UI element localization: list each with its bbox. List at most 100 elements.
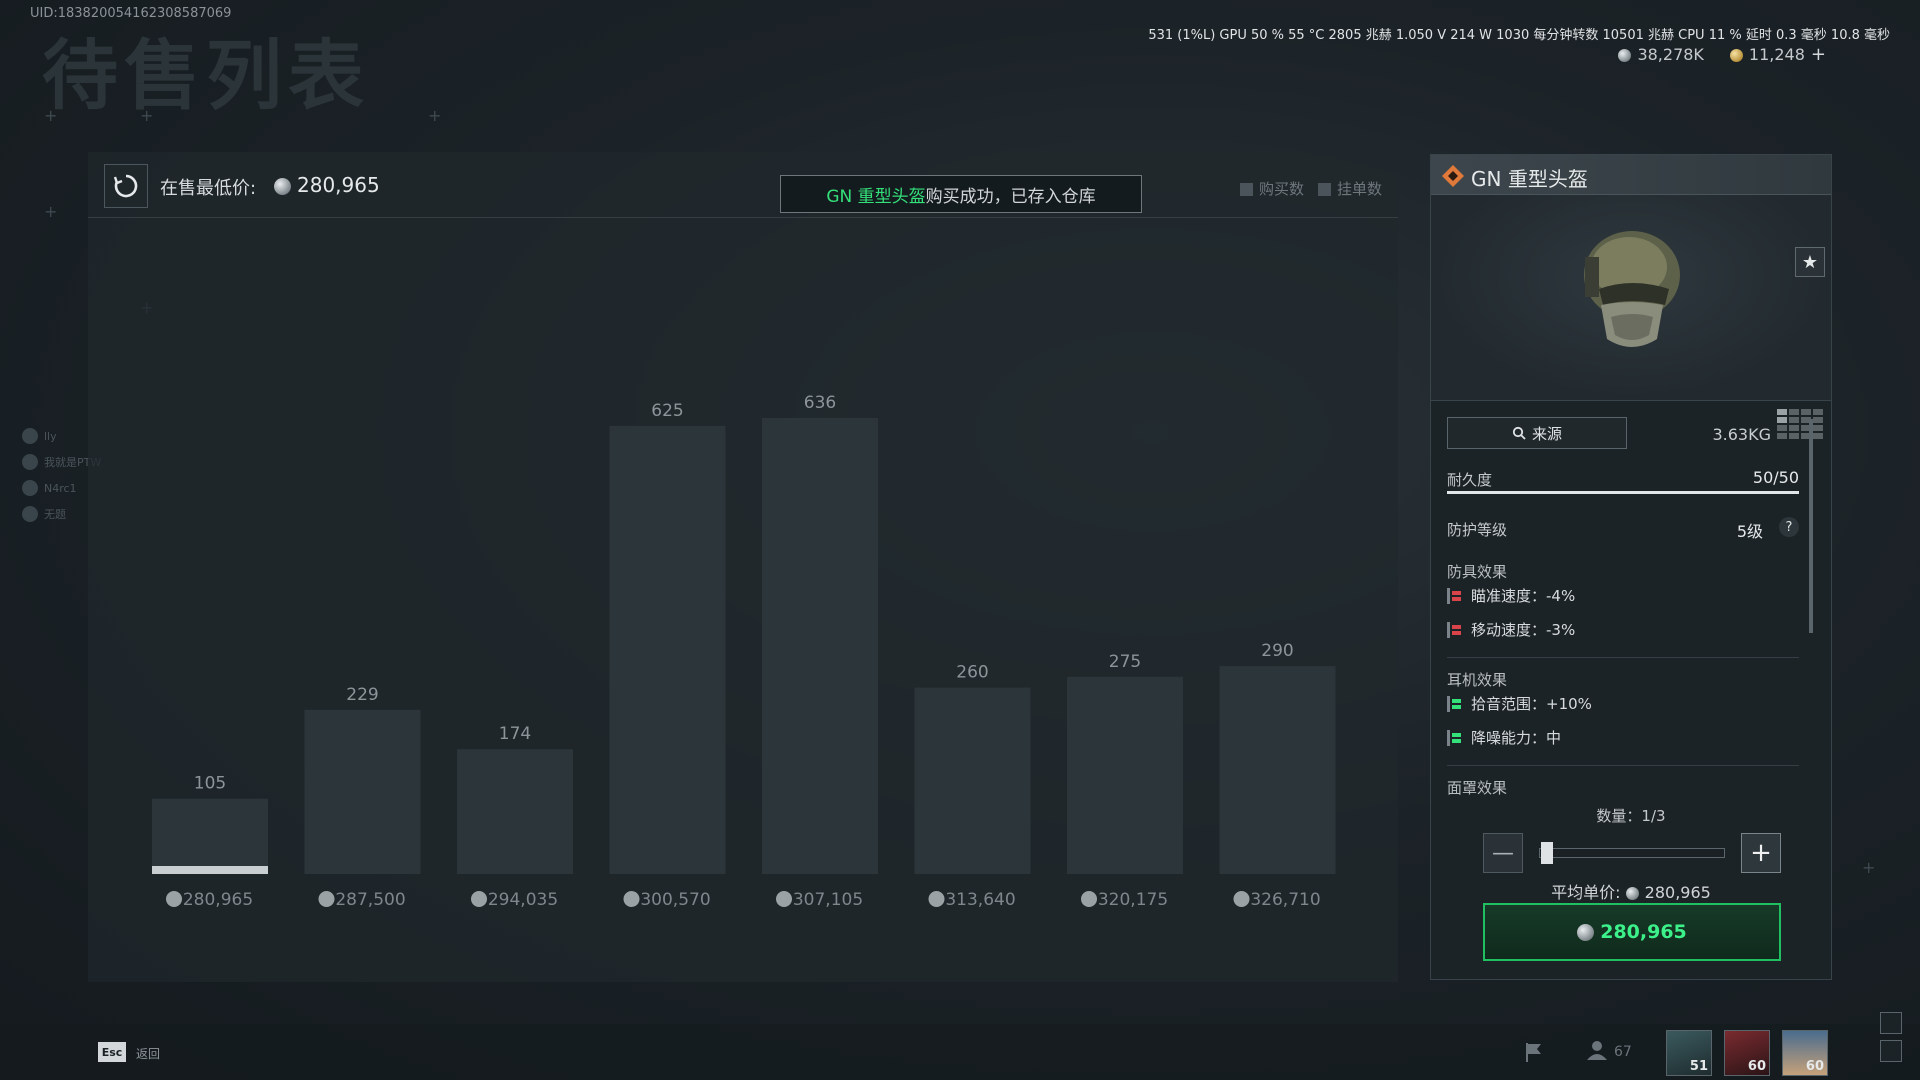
earpiece-effect-item: 拾音范围：+10% <box>1447 693 1592 714</box>
silver-coin-icon <box>623 891 640 907</box>
inventory-size-grid-icon <box>1777 409 1823 439</box>
decrease-quantity-button[interactable]: — <box>1483 833 1523 873</box>
chart-bar[interactable] <box>304 709 421 874</box>
chart-value-label: 625 <box>651 401 683 421</box>
squad-member-avatar[interactable]: 60 <box>1782 1030 1828 1076</box>
refresh-icon <box>113 174 138 198</box>
chart-bar[interactable] <box>152 798 268 874</box>
item-weight: 3.63KG <box>1712 425 1771 444</box>
chart-value-label: 290 <box>1261 641 1293 661</box>
legend-item-list: 挂单数 <box>1317 178 1382 199</box>
chart-category-label: 280,965 <box>183 890 253 910</box>
quantity-slider-handle[interactable] <box>1541 842 1553 864</box>
lowest-price-label: 在售最低价: <box>160 178 257 199</box>
chart-header: 在售最低价: 280,965 GN 重型头盔 购买成功，已存入仓库 购买数 挂单数 <box>88 152 1398 218</box>
silver-coin-icon <box>776 891 792 907</box>
chart-legend: 购买数 挂单数 <box>1239 178 1382 199</box>
chart-category-label: 320,175 <box>1098 890 1168 910</box>
silver-coin-icon <box>471 891 487 907</box>
target-icon[interactable] <box>1880 1040 1902 1062</box>
avatar-icon <box>22 454 38 470</box>
mask-effects-title: 面罩效果 <box>1447 779 1508 797</box>
armor-effect-item: 移动速度：-3% <box>1447 619 1575 640</box>
chart-category-label: 294,035 <box>488 890 558 910</box>
chart-category-label: 300,570 <box>640 890 710 910</box>
gold-currency[interactable]: 11,248 + <box>1729 44 1826 65</box>
page-title: 待售列表 <box>42 31 370 120</box>
silver-coin-icon <box>1577 923 1595 941</box>
search-icon <box>1512 426 1526 440</box>
chart-category-label: 326,710 <box>1250 890 1320 910</box>
helmet-image <box>1584 231 1680 347</box>
legend-item-buy: 购买数 <box>1239 178 1304 199</box>
buy-button[interactable]: 280,965 <box>1483 903 1781 961</box>
grid-cross-decor: + <box>428 106 442 125</box>
listing-chart-panel: 在售最低价: 280,965 GN 重型头盔 购买成功，已存入仓库 购买数 挂单数… <box>88 152 1398 982</box>
silver-coin-icon <box>928 891 945 907</box>
refresh-button[interactable] <box>104 164 148 208</box>
favorite-star-button[interactable]: ★ <box>1795 247 1825 277</box>
flag-icon[interactable] <box>1522 1040 1546 1064</box>
grid-cross-decor: + <box>44 202 58 221</box>
increase-quantity-button[interactable]: + <box>1741 833 1781 873</box>
durability-bar <box>1447 491 1799 494</box>
lowest-price-value: 280,965 <box>274 173 380 197</box>
item-name: GN 重型头盔 <box>1471 167 1588 191</box>
chart-value-label: 174 <box>499 724 531 744</box>
chart-bar[interactable] <box>457 749 573 874</box>
item-title-bar: GN 重型头盔 <box>1431 155 1831 195</box>
debuff-icon <box>1447 622 1461 638</box>
grid-cross-decor: + <box>1862 858 1876 877</box>
chart-bar[interactable] <box>1219 666 1336 874</box>
section-divider <box>1447 657 1799 658</box>
gold-coin-icon <box>1729 49 1743 62</box>
average-unit-price: 平均单价: 280,965 <box>1551 883 1711 902</box>
online-friends[interactable]: 67 <box>1586 1040 1632 1060</box>
item-category-icon <box>1442 165 1464 187</box>
back-label[interactable]: 返回 <box>136 1045 160 1062</box>
silver-coin-icon <box>1233 891 1250 907</box>
microphone-icon[interactable] <box>1880 1012 1902 1034</box>
bottom-bar <box>0 1024 1920 1080</box>
avatar-icon <box>22 506 38 522</box>
silver-coin-icon <box>166 891 182 907</box>
quantity-label: 数量：1/3 <box>1596 807 1666 825</box>
armor-effect-item: 瞄准速度：-4% <box>1447 585 1575 606</box>
legend-swatch <box>1317 183 1331 196</box>
silver-coin-icon <box>1618 49 1632 62</box>
help-icon[interactable]: ? <box>1779 517 1799 537</box>
protection-level-value: 5级 <box>1736 522 1763 541</box>
minus-icon: — <box>1492 840 1514 866</box>
earpiece-effect-item: 降噪能力：中 <box>1447 727 1561 748</box>
chart-value-label: 105 <box>194 774 226 794</box>
item-preview: ★ 3.63KG <box>1431 195 1831 444</box>
earpiece-effects-title: 耳机效果 <box>1447 671 1508 689</box>
esc-key-hint[interactable]: Esc <box>98 1042 126 1062</box>
chart-category-label: 313,640 <box>945 890 1015 910</box>
durability-value: 50/50 <box>1752 468 1799 487</box>
chart-bar[interactable] <box>914 687 1031 874</box>
add-currency-button[interactable]: + <box>1811 44 1826 65</box>
star-icon: ★ <box>1801 251 1819 273</box>
buff-icon <box>1447 696 1461 712</box>
purchase-success-toast: GN 重型头盔 购买成功，已存入仓库 <box>780 175 1142 213</box>
price-bar-chart: 105 280,965 229 287,500 174 294,035 625 300,570… <box>152 393 1336 910</box>
chart-value-label: 260 <box>956 663 988 683</box>
silver-coin-icon <box>274 178 291 195</box>
chart-value-label: 275 <box>1109 652 1141 672</box>
durability-label: 耐久度 <box>1447 471 1493 489</box>
chart-bar[interactable] <box>762 418 878 874</box>
details-scrollbar[interactable] <box>1809 419 1813 633</box>
silver-coin-icon <box>318 891 335 907</box>
source-button[interactable]: 来源 <box>1447 417 1627 449</box>
chart-bar[interactable] <box>609 425 726 874</box>
performance-overlay: 531 (1%L) GPU 50 % 55 °C 2805 兆赫 1.050 V… <box>1148 28 1890 43</box>
friends-icon <box>1587 1041 1607 1060</box>
squad-member-avatar[interactable]: 51 <box>1666 1030 1712 1076</box>
chart-value-label: 229 <box>346 685 378 705</box>
chart-bar[interactable] <box>1067 676 1183 874</box>
squad-member-avatar[interactable]: 60 <box>1724 1030 1770 1076</box>
armor-effects-title: 防具效果 <box>1447 563 1508 581</box>
quantity-slider[interactable] <box>1539 848 1725 858</box>
silver-coin-icon <box>1081 891 1097 907</box>
